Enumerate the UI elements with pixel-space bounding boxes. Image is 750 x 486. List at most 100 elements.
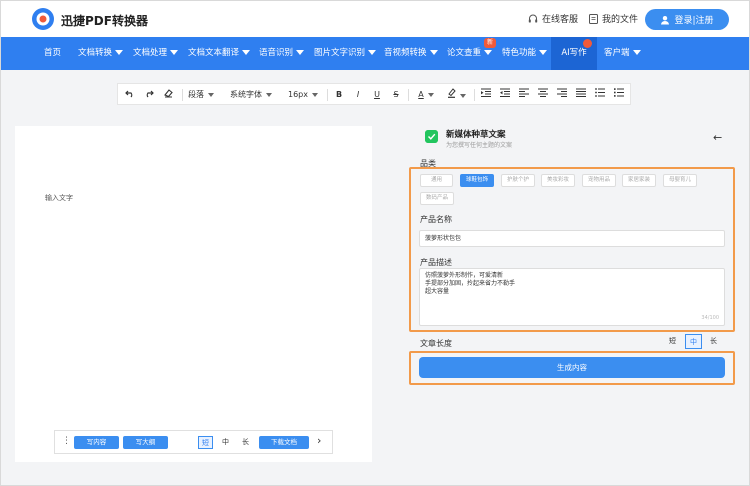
editor-placeholder: 输入文字 — [45, 194, 73, 202]
nav-label: 特色功能 — [502, 48, 537, 58]
font-family-label: 系统字体 — [230, 90, 262, 99]
length-long-option[interactable]: 长 — [238, 436, 253, 449]
font-size-select[interactable]: 16px — [288, 88, 324, 102]
italic-button[interactable]: I — [352, 88, 364, 102]
nav-label: 文档处理 — [133, 48, 168, 58]
login-register-button[interactable]: 登录|注册 — [645, 9, 729, 30]
nav-item-home[interactable]: 首页 — [44, 37, 61, 70]
generate-content-button[interactable]: 生成内容 — [419, 357, 725, 378]
bullet-list-icon[interactable] — [594, 88, 606, 102]
outdent-icon[interactable] — [499, 88, 511, 102]
caret-down-icon — [484, 50, 493, 55]
product-description-field[interactable]: 仿照菠萝外形制作，可爱清新 手提部分加固，拎起来省力不勒手 超大容量 34/10… — [419, 268, 725, 326]
document-icon — [425, 130, 438, 143]
nav-item-doc-convert[interactable]: 文档转换 — [78, 37, 124, 70]
length-short-option[interactable]: 短 — [198, 436, 213, 449]
align-justify-icon[interactable] — [575, 88, 587, 102]
nav-item-features[interactable]: 特色功能 — [502, 37, 548, 70]
redo-icon[interactable] — [143, 88, 155, 102]
panel-subtitle: 为您撰写任何主题的文案 — [446, 142, 513, 149]
product-name-label: 产品名称 — [420, 215, 452, 224]
underline-button[interactable]: U — [371, 88, 383, 102]
font-size-label: 16px — [288, 90, 308, 99]
user-icon — [661, 15, 670, 24]
font-family-select[interactable]: 系统字体 — [230, 88, 280, 102]
nav-label: 语音识别 — [259, 48, 294, 58]
description-line: 仿照菠萝外形制作，可爱清新 — [425, 272, 504, 279]
length-medium-option[interactable]: 中 — [218, 436, 233, 449]
category-chip[interactable]: 家居家装 — [622, 174, 656, 187]
align-center-icon[interactable] — [537, 88, 549, 102]
nav-item-av-convert[interactable]: 音视频转换 — [384, 37, 438, 70]
paragraph-select[interactable]: 段落 — [188, 88, 224, 102]
bold-button[interactable]: B — [333, 88, 345, 102]
nav-item-doc-process[interactable]: 文档处理 — [133, 37, 179, 70]
article-length-label: 文章长度 — [420, 339, 452, 348]
customer-service-link[interactable]: 在线客服 — [528, 12, 578, 25]
article-length-long[interactable]: 长 — [705, 334, 722, 349]
category-chip[interactable]: 美妆彩妆 — [541, 174, 575, 187]
caret-down-icon — [459, 93, 466, 98]
undo-icon[interactable] — [124, 88, 136, 102]
my-files-label: 我的文件 — [602, 15, 639, 25]
write-content-button[interactable]: 写内容 — [74, 436, 119, 449]
caret-down-icon — [242, 50, 251, 55]
highlight-button[interactable] — [445, 88, 467, 102]
caret-down-icon — [427, 92, 434, 97]
category-chip[interactable]: 护肤个护 — [501, 174, 535, 187]
category-chip-active[interactable]: 球鞋包饰 — [460, 174, 494, 187]
headset-icon — [528, 14, 538, 22]
ordered-list-icon[interactable] — [613, 88, 625, 102]
new-badge: 新 — [484, 38, 496, 48]
back-arrow-icon[interactable]: ← — [713, 131, 722, 144]
more-options-icon[interactable]: ⋮ — [62, 435, 71, 447]
file-icon — [589, 13, 598, 24]
caret-down-icon — [115, 50, 124, 55]
nav-item-translate[interactable]: 文档文本翻译 — [188, 37, 251, 70]
article-length-short[interactable]: 短 — [664, 334, 681, 349]
toolbar-divider — [327, 89, 328, 101]
product-name-field[interactable]: 菠萝形状包包 — [419, 230, 725, 247]
category-chip[interactable]: 数码产品 — [420, 192, 454, 205]
align-left-icon[interactable] — [518, 88, 530, 102]
article-length-medium[interactable]: 中 — [685, 334, 702, 349]
chevron-right-icon[interactable]: › — [317, 434, 321, 448]
nav-item-ocr[interactable]: 图片文字识别 — [314, 37, 377, 70]
main-nav: 首页 文档转换 文档处理 文档文本翻译 语音识别 图片文字识别 音视频转换 论文… — [1, 37, 749, 70]
caret-down-icon — [368, 50, 377, 55]
font-color-label: A — [418, 90, 424, 99]
eraser-icon[interactable] — [162, 88, 174, 102]
description-line: 超大容量 — [425, 288, 450, 295]
char-count: 34/100 — [701, 315, 719, 321]
nav-label: 图片文字识别 — [314, 48, 366, 58]
highlighter-icon — [447, 88, 456, 98]
nav-label: 首页 — [44, 48, 62, 58]
nav-label: AI写作 — [561, 48, 587, 58]
caret-down-icon — [312, 92, 318, 97]
toolbar-divider — [408, 89, 409, 101]
indent-icon[interactable] — [480, 88, 492, 102]
category-chip[interactable]: 母婴育儿 — [663, 174, 697, 187]
strikethrough-button[interactable]: S — [390, 88, 402, 102]
nav-label: 论文查重 — [447, 48, 482, 58]
category-chip[interactable]: 通用 — [420, 174, 453, 187]
align-right-icon[interactable] — [556, 88, 568, 102]
nav-item-client[interactable]: 客户端 — [604, 37, 641, 70]
caret-down-icon — [429, 50, 438, 55]
brand-name: 迅捷PDF转换器 — [61, 14, 148, 28]
nav-item-speech[interactable]: 语音识别 — [259, 37, 305, 70]
caret-down-icon — [266, 92, 272, 97]
category-chip[interactable]: 宠物用品 — [582, 174, 616, 187]
font-color-button[interactable]: A — [415, 88, 437, 102]
my-files-link[interactable]: 我的文件 — [589, 12, 638, 25]
notification-dot — [583, 39, 592, 48]
top-header: 迅捷PDF转换器 在线客服 我的文件 登录|注册 — [1, 1, 749, 37]
panel-title: 新媒体种草文案 — [446, 130, 506, 140]
editor-toolbar: 段落 系统字体 16px B I U S A — [117, 83, 631, 105]
write-outline-button[interactable]: 写大纲 — [123, 436, 168, 449]
document-editor[interactable]: 输入文字 — [15, 126, 372, 462]
download-document-button[interactable]: 下载文档 — [259, 436, 309, 449]
nav-label: 音视频转换 — [384, 48, 427, 58]
toolbar-divider — [474, 89, 475, 101]
caret-down-icon — [632, 50, 641, 55]
